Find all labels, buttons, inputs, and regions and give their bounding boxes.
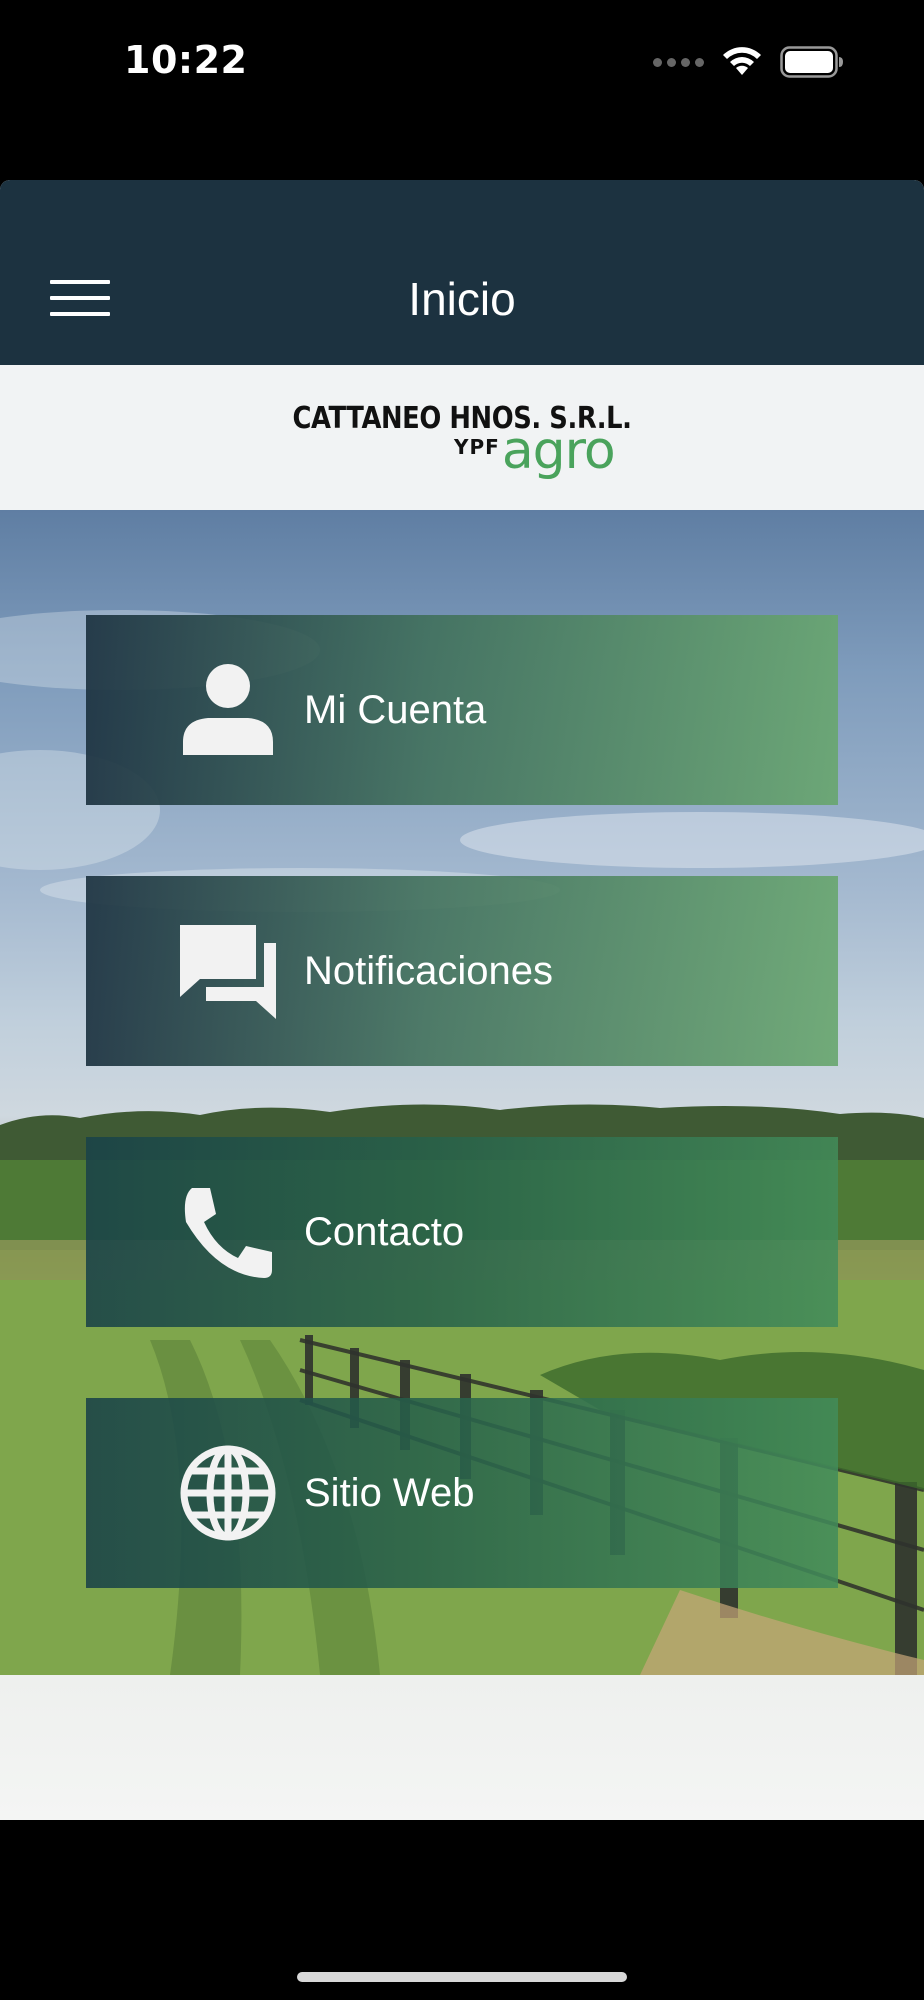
background-landscape-image: Mi Cuenta Notificaciones Contacto Sitio … bbox=[0, 510, 924, 1675]
sitio-web-button[interactable]: Sitio Web bbox=[86, 1398, 838, 1588]
cellular-signal-icon bbox=[653, 57, 704, 67]
brand-suffix: agro bbox=[501, 421, 616, 481]
brand-logo: YPF agro bbox=[454, 421, 616, 481]
mi-cuenta-button[interactable]: Mi Cuenta bbox=[86, 615, 838, 805]
brand-prefix: YPF bbox=[454, 435, 500, 459]
mi-cuenta-label: Mi Cuenta bbox=[304, 687, 487, 732]
navigation-bar: Inicio bbox=[0, 180, 924, 365]
notificaciones-button[interactable]: Notificaciones bbox=[86, 876, 838, 1066]
status-icons bbox=[653, 44, 844, 80]
contacto-button[interactable]: Contacto bbox=[86, 1137, 838, 1327]
phone-icon bbox=[184, 1188, 272, 1278]
sitio-web-label: Sitio Web bbox=[304, 1470, 475, 1515]
contacto-label: Contacto bbox=[304, 1209, 465, 1254]
home-indicator[interactable] bbox=[297, 1972, 627, 1982]
battery-icon bbox=[780, 46, 844, 78]
globe-icon bbox=[180, 1445, 276, 1541]
wifi-icon bbox=[720, 45, 764, 79]
notificaciones-label: Notificaciones bbox=[304, 948, 554, 993]
status-bar: 10:22 bbox=[0, 0, 924, 120]
status-time: 10:22 bbox=[124, 38, 248, 82]
app-screen: Inicio CATTANEO HNOS. S.R.L. YPF agro Mi… bbox=[0, 180, 924, 1820]
user-icon bbox=[183, 664, 273, 755]
bottom-area bbox=[0, 1675, 924, 1820]
company-logo: CATTANEO HNOS. S.R.L. YPF agro bbox=[0, 365, 924, 510]
page-title: Inicio bbox=[408, 273, 516, 325]
chat-bubbles-icon bbox=[180, 925, 276, 1019]
